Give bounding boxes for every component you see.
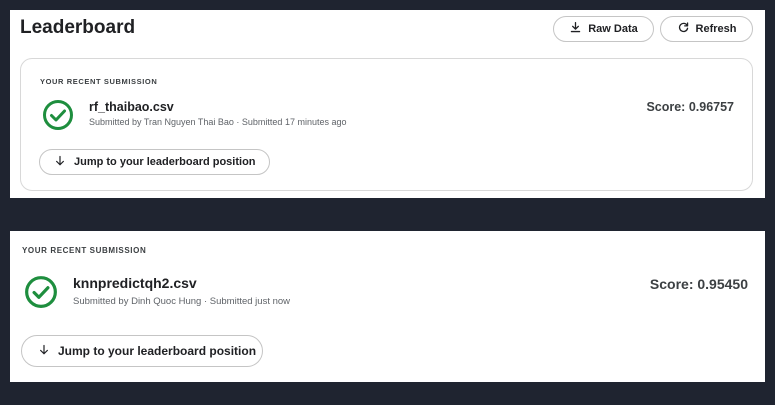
refresh-label: Refresh xyxy=(695,23,737,35)
recent-submission-panel: YOUR RECENT SUBMISSION knnpredictqh2.csv… xyxy=(10,231,765,382)
submission-meta: Submitted by Tran Nguyen Thai Bao · Subm… xyxy=(89,117,347,127)
section-label: YOUR RECENT SUBMISSION xyxy=(22,246,147,255)
download-icon xyxy=(569,21,582,37)
submission-file-name[interactable]: rf_thaibao.csv xyxy=(89,100,174,114)
submission-file-name[interactable]: knnpredictqh2.csv xyxy=(73,275,197,291)
refresh-icon xyxy=(677,21,690,37)
submission-score: Score: 0.96757 xyxy=(646,100,734,114)
raw-data-label: Raw Data xyxy=(588,23,638,35)
leaderboard-panel: Leaderboard Raw Data Refresh YOUR RECENT… xyxy=(10,10,765,198)
check-circle-icon xyxy=(24,275,58,314)
arrow-down-icon xyxy=(38,344,50,359)
jump-to-position-button[interactable]: Jump to your leaderboard position xyxy=(21,335,263,367)
check-circle-icon xyxy=(42,99,74,136)
jump-button-label: Jump to your leaderboard position xyxy=(74,156,256,168)
refresh-button[interactable]: Refresh xyxy=(660,16,753,42)
arrow-down-icon xyxy=(54,155,66,170)
jump-to-position-button[interactable]: Jump to your leaderboard position xyxy=(39,149,270,175)
section-label: YOUR RECENT SUBMISSION xyxy=(40,77,158,86)
leaderboard-title: Leaderboard xyxy=(20,17,136,38)
recent-submission-card: YOUR RECENT SUBMISSION rf_thaibao.csv Su… xyxy=(20,58,753,191)
raw-data-button[interactable]: Raw Data xyxy=(553,16,654,42)
jump-button-label: Jump to your leaderboard position xyxy=(58,344,257,358)
submission-score: Score: 0.95450 xyxy=(649,276,748,292)
submission-meta: Submitted by Dinh Quoc Hung · Submitted … xyxy=(73,296,291,307)
